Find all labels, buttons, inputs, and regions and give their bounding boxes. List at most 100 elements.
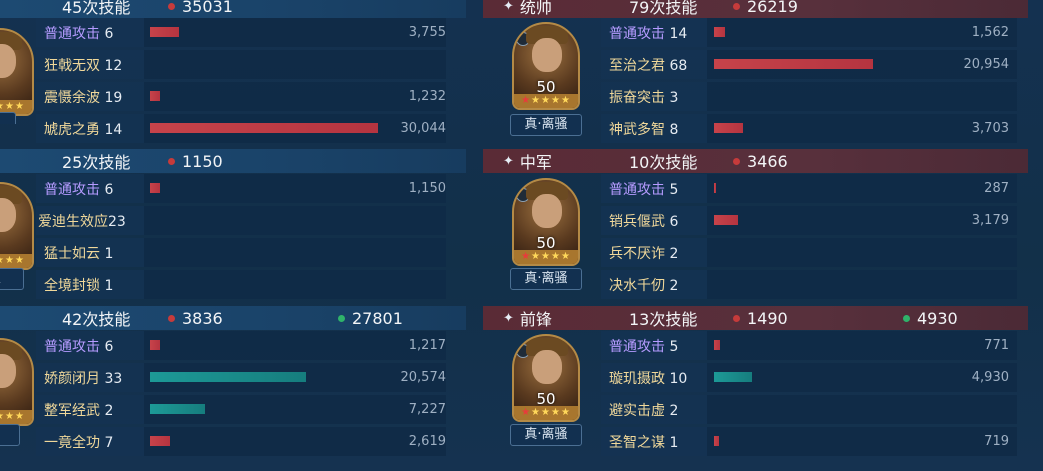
star-icon: ✦ xyxy=(503,153,514,169)
skill-name: 娇颜闭月 33 xyxy=(44,370,123,387)
skill-name: 普通攻击 6 xyxy=(44,338,114,355)
skill-name: 虓虎之勇 14 xyxy=(44,121,123,138)
hero-name-tag: 剑 xyxy=(0,424,20,446)
skill-row[interactable]: 振奋突击 3 xyxy=(601,82,1017,111)
damage-value: 771 xyxy=(984,338,1009,353)
skill-row[interactable]: 普通攻击 14 1,562 xyxy=(601,18,1017,47)
damage-bar xyxy=(714,215,738,225)
skill-row[interactable]: 璇玑摄政 10 4,930 xyxy=(601,363,1017,392)
damage-value: 35031 xyxy=(182,0,233,16)
hero-name-tag: 骚 xyxy=(0,112,16,124)
star-icon: ✦ xyxy=(503,0,514,14)
skill-row[interactable]: 虓虎之勇 14 30,044 xyxy=(36,114,446,143)
skill-row[interactable]: 神武多智 8 3,703 xyxy=(601,114,1017,143)
damage-value: 2,619 xyxy=(408,434,446,449)
role-label: ✦ 前锋 xyxy=(503,310,552,329)
hero-portrait[interactable]: 50 ★★★★★ xyxy=(512,178,580,266)
portrait-clip: ★★★★★ 骚 xyxy=(0,24,36,124)
red-dot-icon xyxy=(168,157,175,165)
skill-cast-count: 79次技能 xyxy=(629,0,698,17)
damage-total: 26219 xyxy=(733,0,798,16)
damage-value: 1490 xyxy=(747,308,788,328)
hero-portrait[interactable]: ★★★★★ xyxy=(0,338,34,426)
damage-bar xyxy=(714,183,716,193)
red-dot-icon xyxy=(733,314,740,322)
damage-value: 287 xyxy=(984,181,1009,196)
damage-bar xyxy=(714,436,719,446)
damage-value: 20,954 xyxy=(963,57,1010,72)
damage-value: 3466 xyxy=(747,151,788,171)
damage-bar xyxy=(150,183,160,193)
hero-name-tag: 真·离骚 xyxy=(510,424,582,446)
skill-row[interactable]: 普通攻击 6 1,150 xyxy=(36,174,446,203)
skill-name: 爱迪生效应23 xyxy=(38,213,126,230)
skill-name: 震慑余波 19 xyxy=(44,89,123,106)
skill-row[interactable]: 狂戟无双 12 xyxy=(36,50,446,79)
skill-row[interactable]: 圣智之谋 1 719 xyxy=(601,427,1017,456)
skill-name: 狂戟无双 12 xyxy=(44,57,123,74)
skill-row[interactable]: 爱迪生效应23 xyxy=(36,206,446,235)
skill-name: 销兵偃武 6 xyxy=(609,213,679,230)
skill-row[interactable]: 娇颜闭月 33 20,574 xyxy=(36,363,446,392)
skill-row[interactable]: 整军经武 2 7,227 xyxy=(36,395,446,424)
damage-total: 3466 xyxy=(733,152,788,171)
damage-value: 1,232 xyxy=(408,89,446,104)
heal-total: 27801 xyxy=(338,309,403,328)
red-dot-icon xyxy=(168,314,175,322)
group-header: 25次技能 1150 xyxy=(0,149,466,173)
damage-value: 1,217 xyxy=(408,338,446,353)
skill-name: 整军经武 2 xyxy=(44,402,114,419)
heal-value: 4,930 xyxy=(971,370,1009,385)
damage-value: 719 xyxy=(984,434,1009,449)
damage-value: 1,562 xyxy=(971,25,1009,40)
heal-value: 27801 xyxy=(352,308,403,328)
hero-name-tag: 真·离骚 xyxy=(510,114,582,136)
hero-name-tag: 真·离骚 xyxy=(510,268,582,290)
group-header: 45次技能 35031 xyxy=(0,0,466,18)
damage-bar xyxy=(150,123,378,133)
skill-row[interactable]: 至治之君 68 20,954 xyxy=(601,50,1017,79)
hero-name-tag: 申虫 xyxy=(0,268,24,290)
skill-row[interactable]: 销兵偃武 6 3,179 xyxy=(601,206,1017,235)
damage-total: 3836 xyxy=(168,309,223,328)
hero-portrait[interactable]: ★★★★★ xyxy=(0,28,34,116)
skill-row[interactable]: 决水千仞 2 xyxy=(601,270,1017,299)
damage-bar xyxy=(714,59,873,69)
skill-name: 普通攻击 5 xyxy=(609,181,679,198)
skill-name: 璇玑摄政 10 xyxy=(609,370,688,387)
skill-row[interactable]: 普通攻击 6 1,217 xyxy=(36,331,446,360)
skill-row[interactable]: 避实击虚 2 xyxy=(601,395,1017,424)
skill-row[interactable]: 震慑余波 19 1,232 xyxy=(36,82,446,111)
skill-cast-count: 10次技能 xyxy=(629,153,698,172)
skill-name: 振奋突击 3 xyxy=(609,89,679,106)
hero-portrait[interactable]: 50 ★★★★★ xyxy=(512,334,580,422)
group-header: ✦ 统帅 79次技能 26219 xyxy=(483,0,1028,18)
group-header: ✦ 中军 10次技能 3466 xyxy=(483,149,1028,173)
skill-row[interactable]: 普通攻击 6 3,755 xyxy=(36,18,446,47)
skill-name: 圣智之谋 1 xyxy=(609,434,679,451)
damage-value: 3836 xyxy=(182,308,223,328)
red-dot-icon xyxy=(733,157,740,165)
skill-name: 猛士如云 1 xyxy=(44,245,114,262)
star-rating: ★★★★★ xyxy=(0,410,32,424)
damage-bar xyxy=(150,340,160,350)
skill-name: 普通攻击 14 xyxy=(609,25,688,42)
star-rating: ★★★★★ xyxy=(0,254,32,268)
role-label: ✦ 中军 xyxy=(503,153,552,172)
skill-row[interactable]: 普通攻击 5 771 xyxy=(601,331,1017,360)
skill-row[interactable]: 一竟全功 7 2,619 xyxy=(36,427,446,456)
skill-name: 避实击虚 2 xyxy=(609,402,679,419)
skill-row[interactable]: 全境封锁 1 xyxy=(36,270,446,299)
skill-name: 全境封锁 1 xyxy=(44,277,114,294)
damage-value: 3,703 xyxy=(971,121,1009,136)
hero-portrait[interactable]: ★★★★★ xyxy=(0,182,34,270)
skill-name: 决水千仞 2 xyxy=(609,277,679,294)
skill-row[interactable]: 猛士如云 1 xyxy=(36,238,446,267)
skill-row[interactable]: 兵不厌诈 2 xyxy=(601,238,1017,267)
skill-row[interactable]: 普通攻击 5 287 xyxy=(601,174,1017,203)
green-dot-icon xyxy=(338,314,345,322)
star-rating: ★★★★★ xyxy=(514,250,578,264)
skill-name: 普通攻击 5 xyxy=(609,338,679,355)
role-label: ✦ 统帅 xyxy=(503,0,552,17)
hero-portrait[interactable]: 50 ★★★★★ xyxy=(512,22,580,110)
